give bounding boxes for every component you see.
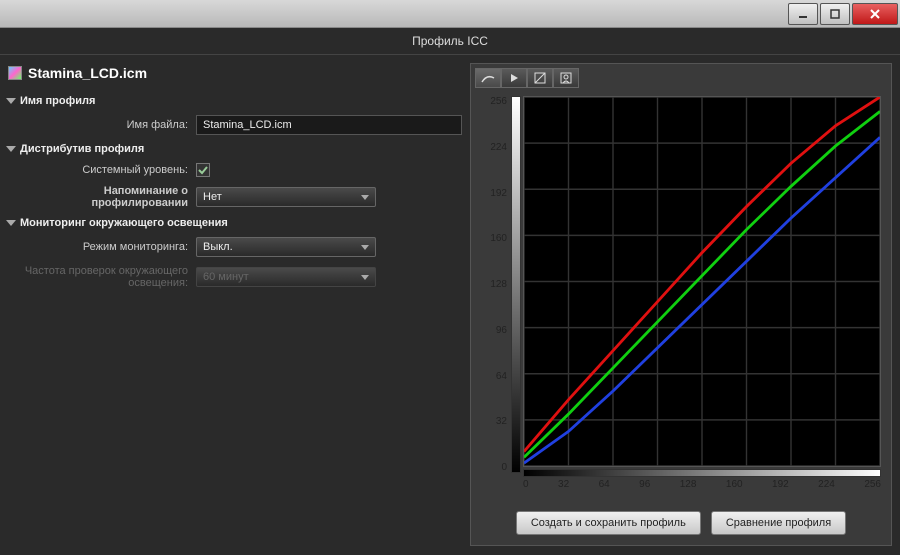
mode-dropdown[interactable]: Выкл. <box>196 237 376 257</box>
titlebar <box>0 0 900 28</box>
filename-input[interactable] <box>196 115 462 135</box>
chart-plot <box>523 96 881 467</box>
file-name: Stamina_LCD.icm <box>28 65 147 81</box>
close-button[interactable] <box>852 3 898 25</box>
collapse-icon <box>6 146 16 152</box>
window-subtitle: Профиль ICC <box>0 28 900 55</box>
tool-play[interactable] <box>501 68 527 88</box>
compare-profile-button[interactable]: Сравнение профиля <box>711 511 846 535</box>
maximize-button[interactable] <box>820 3 850 25</box>
freq-dropdown: 60 минут <box>196 267 376 287</box>
gradient-bar-vertical <box>511 96 521 473</box>
collapse-icon <box>6 98 16 104</box>
chart-panel: 2562241921601289664320 03264961281601922… <box>470 63 892 546</box>
system-level-checkbox[interactable] <box>196 163 210 177</box>
left-panel: Stamina_LCD.icm Имя профиля Имя файла: Д… <box>0 55 470 554</box>
label-filename: Имя файла: <box>6 119 196 131</box>
file-header: Stamina_LCD.icm <box>6 65 462 81</box>
label-reminder: Напоминание о профилировании <box>6 185 196 209</box>
gradient-bar-horizontal <box>523 469 881 477</box>
x-axis: 0326496128160192224256 <box>523 477 887 501</box>
y-axis: 2562241921601289664320 <box>475 92 511 501</box>
section-distribution[interactable]: Дистрибутив профиля <box>6 143 462 155</box>
save-profile-button[interactable]: Создать и сохранить профиль <box>516 511 701 535</box>
tool-brush[interactable] <box>475 68 501 88</box>
chevron-down-icon <box>361 275 369 280</box>
icc-file-icon <box>8 66 22 80</box>
label-mode: Режим мониторинга: <box>6 241 196 253</box>
label-freq: Частота проверок окружающего освещения: <box>6 265 196 289</box>
section-monitoring[interactable]: Мониторинг окружающего освещения <box>6 217 462 229</box>
reminder-dropdown[interactable]: Нет <box>196 187 376 207</box>
collapse-icon <box>6 220 16 226</box>
tool-contrast[interactable] <box>527 68 553 88</box>
chart-toolbar <box>475 68 887 88</box>
minimize-button[interactable] <box>788 3 818 25</box>
label-system-level: Системный уровень: <box>6 164 196 176</box>
tool-portrait[interactable] <box>553 68 579 88</box>
chevron-down-icon <box>361 195 369 200</box>
section-profile-name[interactable]: Имя профиля <box>6 95 462 107</box>
chevron-down-icon <box>361 245 369 250</box>
